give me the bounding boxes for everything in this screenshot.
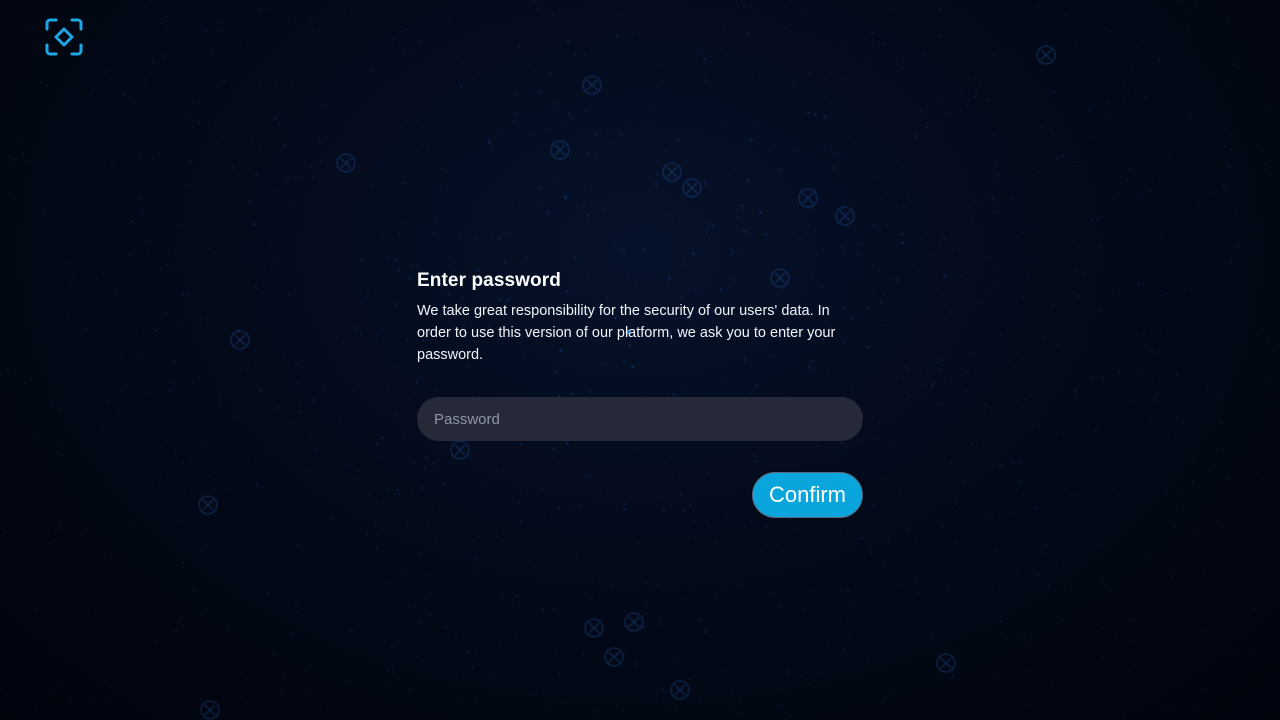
password-input[interactable] (417, 397, 863, 441)
dialog-description: We take great responsibility for the sec… (417, 303, 836, 363)
confirm-button[interactable]: Confirm (751, 472, 863, 518)
scan-frame-icon (45, 18, 83, 56)
logo-scan-frame-icon (44, 17, 84, 57)
password-dialog: Enter password We take great responsibil… (417, 270, 863, 518)
dialog-title: Enter password (417, 270, 561, 291)
dialog-actions: Confirm (417, 472, 863, 518)
